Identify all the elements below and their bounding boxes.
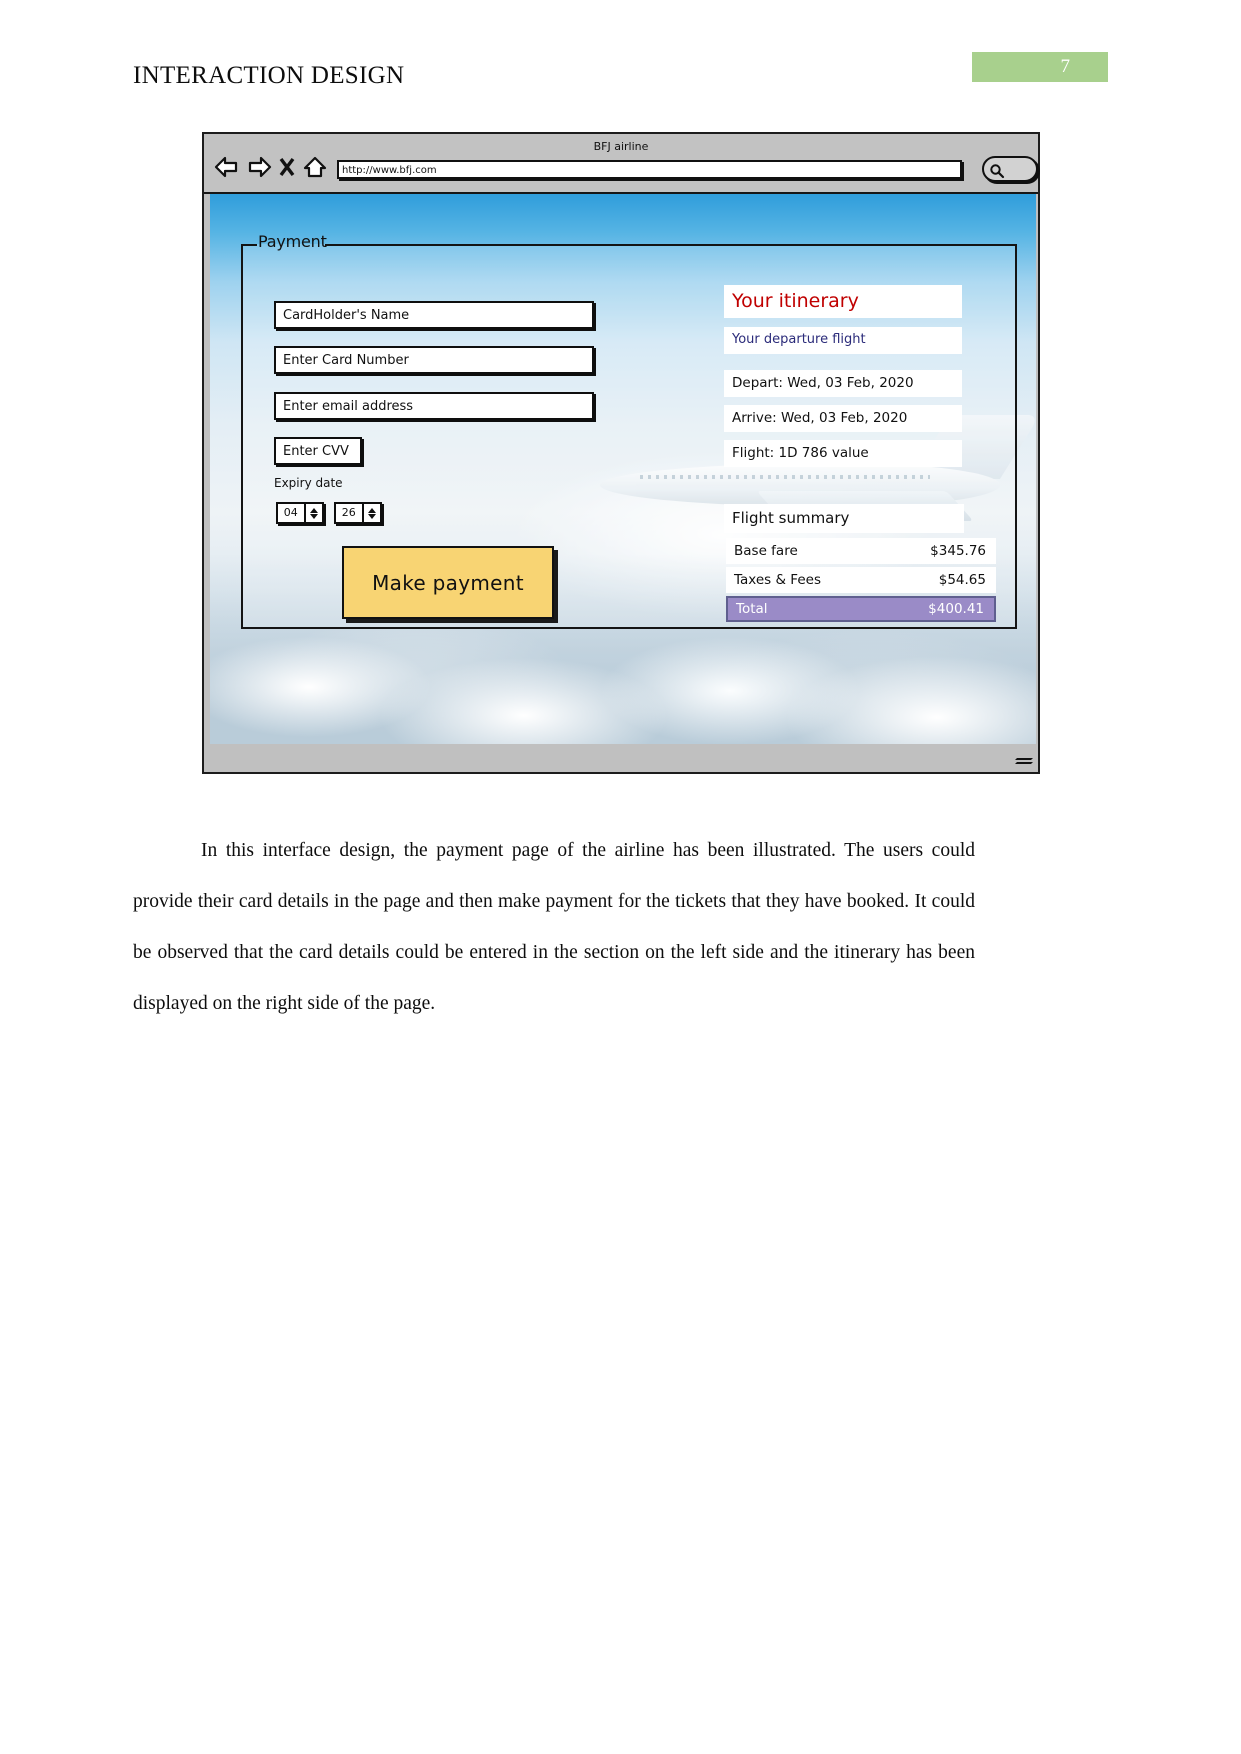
- itinerary-depart: Depart: Wed, 03 Feb, 2020: [724, 370, 962, 397]
- cardholder-name-placeholder: CardHolder's Name: [283, 308, 410, 323]
- expiry-year-value: 26: [341, 506, 356, 519]
- email-placeholder: Enter email address: [283, 399, 414, 414]
- document-header: INTERACTION DESIGN 7: [0, 0, 1241, 110]
- browser-search-box[interactable]: [982, 156, 1038, 182]
- browser-window-title: BFJ airline: [593, 140, 649, 153]
- card-number-placeholder: Enter Card Number: [283, 353, 409, 368]
- page-title: INTERACTION DESIGN: [133, 62, 405, 89]
- card-number-input[interactable]: Enter Card Number: [274, 346, 594, 374]
- email-input[interactable]: Enter email address: [274, 392, 594, 420]
- expiry-month-stepper[interactable]: 04: [276, 502, 324, 524]
- expiry-date-label: Expiry date: [274, 476, 343, 490]
- make-payment-button[interactable]: Make payment: [342, 546, 554, 619]
- summary-row-taxes: Taxes & Fees $54.65: [726, 567, 996, 593]
- expiry-year-arrows[interactable]: [361, 504, 380, 522]
- resize-grip-icon[interactable]: [1015, 756, 1033, 768]
- browser-chrome: BFJ airline http://www.bfj.com: [204, 134, 1038, 194]
- address-bar-value: http://www.bfj.com: [342, 165, 437, 176]
- flight-summary-heading: Flight summary: [724, 504, 964, 533]
- forward-arrow-icon[interactable]: [246, 156, 272, 178]
- expiry-year-stepper[interactable]: 26: [334, 502, 382, 524]
- chevron-up-icon[interactable]: [309, 507, 318, 513]
- page-viewport: Payment CardHolder's Name Enter Card Num…: [210, 194, 1036, 744]
- itinerary-flight-number: Flight: 1D 786 value: [724, 440, 962, 467]
- itinerary-title: Your itinerary: [724, 285, 962, 318]
- summary-label: Base fare: [734, 543, 798, 559]
- cvv-input[interactable]: Enter CVV: [274, 437, 362, 465]
- summary-value: $345.76: [930, 543, 986, 559]
- summary-total-value: $400.41: [928, 601, 984, 617]
- summary-row-base-fare: Base fare $345.76: [726, 538, 996, 564]
- body-paragraph: In this interface design, the payment pa…: [133, 839, 975, 1014]
- back-arrow-icon[interactable]: [214, 156, 240, 178]
- expiry-month-value: 04: [283, 506, 298, 519]
- stop-x-icon[interactable]: [278, 156, 296, 178]
- browser-nav-icons: [214, 156, 328, 178]
- chevron-down-icon[interactable]: [309, 513, 318, 519]
- cardholder-name-input[interactable]: CardHolder's Name: [274, 301, 594, 329]
- summary-label: Taxes & Fees: [734, 572, 821, 588]
- summary-value: $54.65: [938, 572, 986, 588]
- expiry-month-arrows[interactable]: [303, 504, 322, 522]
- summary-row-total: Total $400.41: [726, 596, 996, 622]
- browser-mockup: BFJ airline http://www.bfj.com Payment C…: [202, 132, 1040, 774]
- page-number: 7: [1060, 56, 1071, 77]
- address-bar[interactable]: http://www.bfj.com: [337, 160, 962, 179]
- make-payment-label: Make payment: [372, 570, 524, 595]
- payment-panel-legend: Payment: [258, 232, 327, 251]
- chevron-down-icon[interactable]: [367, 513, 376, 519]
- page-number-badge: 7: [972, 52, 1108, 82]
- home-icon[interactable]: [302, 156, 328, 178]
- itinerary-subtitle: Your departure flight: [724, 327, 962, 354]
- itinerary-arrive: Arrive: Wed, 03 Feb, 2020: [724, 405, 962, 432]
- panel-border-right: [325, 244, 1017, 246]
- cvv-placeholder: Enter CVV: [283, 444, 349, 459]
- panel-border-left: [241, 244, 257, 246]
- chevron-up-icon[interactable]: [367, 507, 376, 513]
- summary-total-label: Total: [736, 601, 768, 617]
